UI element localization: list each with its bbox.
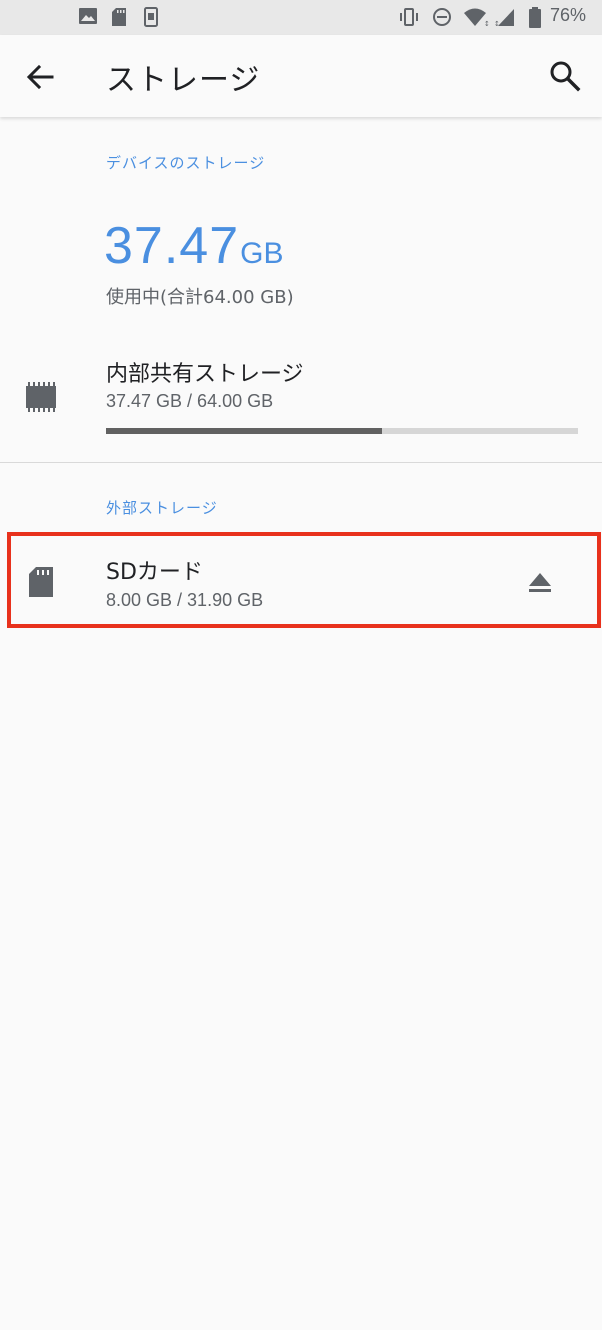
signal-icon: ↕ (494, 9, 514, 27)
do-not-disturb-icon (433, 8, 451, 26)
wifi-icon: ↕ (464, 8, 490, 27)
section-header-external-storage: 外部ストレージ (106, 499, 218, 517)
status-bar: ↕ ↕ 76% (0, 0, 602, 35)
storage-screen: ↕ ↕ 76% ストレージ デバイスのストレージ 37.47GB 使用中(合計6… (0, 0, 602, 1330)
internal-storage-title: 内部共有ストレージ (106, 362, 304, 387)
app-bar: ストレージ (0, 35, 602, 117)
sd-card-icon (112, 8, 126, 26)
section-header-device-storage: デバイスのストレージ (106, 154, 266, 172)
arrow-back-icon[interactable] (22, 59, 58, 95)
sd-card-row[interactable]: SDカード 8.00 GB / 31.90 GB (0, 540, 602, 624)
internal-storage-progress-fill (106, 428, 383, 434)
search-icon[interactable] (548, 59, 582, 93)
storage-used-amount: 37.47GB (104, 216, 284, 276)
memory-chip-icon (26, 382, 56, 412)
section-divider (0, 462, 602, 463)
page-title: ストレージ (106, 63, 261, 98)
sd-card-icon (29, 567, 53, 597)
storage-used-value: 37.47 (104, 217, 240, 275)
phone-icon (144, 7, 158, 27)
battery-icon (529, 7, 541, 28)
sd-card-usage: 8.00 GB / 31.90 GB (106, 590, 264, 610)
storage-used-caption: 使用中(合計64.00 GB) (106, 287, 294, 308)
internal-storage-row[interactable]: 内部共有ストレージ 37.47 GB / 64.00 GB (0, 340, 602, 455)
internal-storage-usage: 37.47 GB / 64.00 GB (106, 391, 274, 411)
internal-storage-progress-bar (106, 428, 578, 434)
storage-used-unit: GB (240, 237, 284, 270)
sd-card-title: SDカード (106, 560, 203, 585)
image-icon (79, 8, 97, 24)
vibrate-icon (400, 8, 418, 26)
svg-text:↕: ↕ (494, 20, 500, 27)
battery-percentage: 76% (549, 5, 586, 25)
eject-icon[interactable] (528, 572, 552, 594)
svg-text:↕: ↕ (484, 20, 490, 27)
